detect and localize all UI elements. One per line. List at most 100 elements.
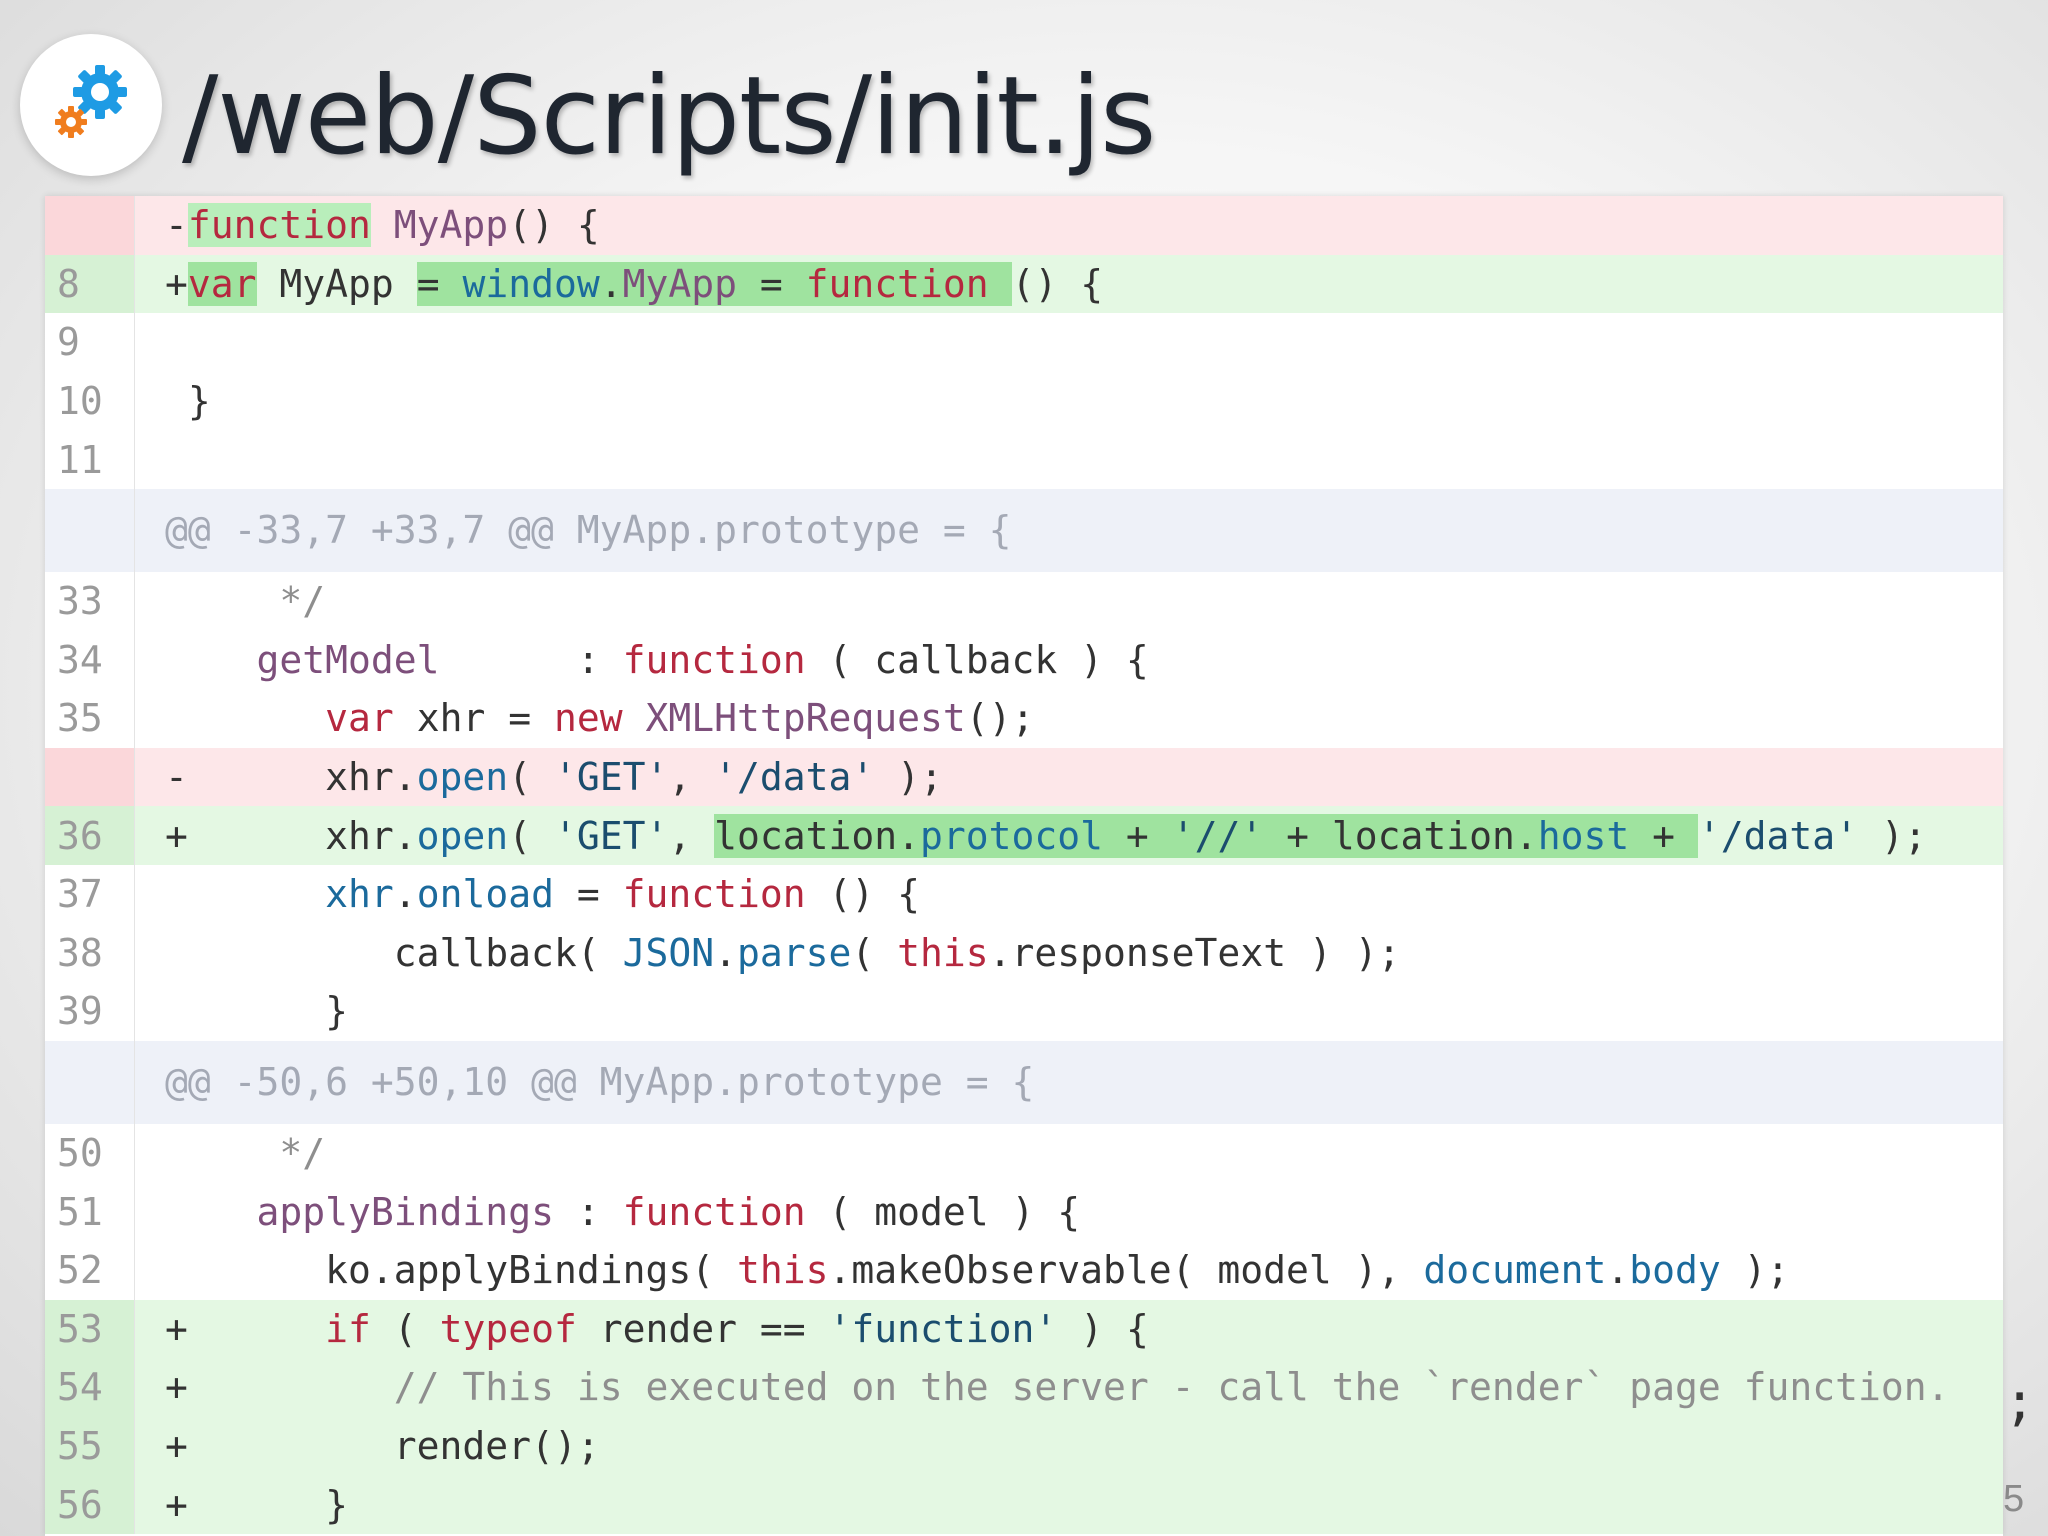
diff-sign (165, 1190, 188, 1234)
diff-line: - function MyApp() { (45, 196, 2003, 255)
code-token: . (393, 872, 417, 917)
code-token: location. (714, 813, 921, 858)
overflow-char: ; (2004, 1372, 2036, 1432)
diff-line: 51 applyBindings : function ( model ) { (45, 1182, 2003, 1241)
code-token: xhr. (187, 755, 417, 800)
code-token: . (599, 261, 623, 306)
code-text: @@ -33,7 +33,7 @@ MyApp.prototype = { (135, 489, 1011, 572)
code-text: + if ( typeof render == 'function' ) { (135, 1300, 1149, 1359)
diff-line: 36 + xhr. open( 'GET', location. protocol +… (45, 806, 2003, 865)
line-number: 56 (45, 1475, 135, 1534)
diff-line: 39 } (45, 982, 2003, 1041)
line-number: 34 (45, 630, 135, 690)
diff-sign (165, 638, 188, 682)
code-token: ( model ) { (805, 1189, 1081, 1234)
code-text (135, 430, 188, 489)
line-number (45, 747, 135, 807)
code-token: ); (874, 755, 943, 800)
code-token: function (622, 872, 806, 917)
code-text: ko.applyBindings( this .makeObservable( m… (135, 1241, 1789, 1300)
code-token: 'GET' (553, 813, 669, 858)
code-text: - function MyApp() { (135, 196, 600, 255)
code-token: () { (805, 872, 921, 917)
code-token: function (622, 637, 806, 682)
code-token: 'GET' (553, 755, 669, 800)
code-token: = (553, 872, 623, 917)
code-token: // This is executed on the server - call… (187, 1365, 1950, 1410)
diff-sign (165, 931, 188, 975)
slide-page-number: 5 (2003, 1478, 2025, 1520)
code-token: } (187, 379, 211, 424)
code-text: @@ -50,6 +50,10 @@ MyApp.prototype = { (135, 1041, 1034, 1124)
diff-line: 54 + // This is executed on the server - … (45, 1358, 2003, 1417)
diff-line: 33 */ (45, 571, 2003, 631)
code-token: + (1629, 813, 1698, 858)
diff-sign (165, 438, 188, 482)
diff-line: 37 xhr. onload = function () { (45, 864, 2003, 924)
diff-sign (165, 379, 188, 423)
diff-sign: + (165, 1482, 188, 1527)
diff-line: 9 (45, 313, 2003, 372)
diff-hunk-header: @@ -50,6 +50,10 @@ MyApp.prototype = { (45, 1040, 2003, 1124)
line-number: 38 (45, 923, 135, 983)
code-token: MyApp (622, 261, 738, 306)
line-number: 53 (45, 1299, 135, 1359)
code-token: function (805, 261, 989, 306)
code-text: callback( JSON. parse( this .responseText … (135, 924, 1401, 983)
code-token: ); (1720, 1248, 1790, 1293)
code-token: = (737, 261, 806, 306)
code-token: .makeObservable( model ), (828, 1248, 1424, 1293)
line-number: 39 (45, 982, 135, 1041)
code-text: xhr. onload = function () { (135, 865, 920, 924)
code-token: . (1606, 1248, 1630, 1293)
code-token: () { (508, 203, 600, 248)
diff-sign: + (165, 261, 188, 306)
line-number: 11 (45, 430, 135, 489)
diff-sign (165, 989, 188, 1033)
diff-sign (165, 320, 188, 364)
code-text: + xhr. open( 'GET', location. protocol + '… (135, 806, 1927, 865)
code-token: window (462, 261, 600, 306)
diff-sign (165, 1131, 188, 1175)
diff-line: 8 + var MyApp = window. MyApp = function ()… (45, 254, 2003, 314)
code-token: MyApp (256, 261, 417, 306)
code-text: } (135, 982, 348, 1041)
code-text (135, 313, 188, 372)
code-token: render == (576, 1306, 829, 1351)
code-token: xhr. (187, 813, 417, 858)
diff-line: 34 getModel : function ( callback ) { (45, 630, 2003, 690)
code-token: document (1423, 1248, 1607, 1293)
code-text: */ (135, 572, 325, 631)
code-token: ); (1858, 813, 1927, 858)
diff-sign: + (165, 1365, 188, 1410)
diff-line: - xhr. open( 'GET', '/data' ); (45, 747, 2003, 807)
diff-line: 56 + } (45, 1475, 2003, 1534)
code-token: ( (508, 755, 554, 800)
code-token: this (736, 1248, 829, 1293)
code-token: ( (508, 813, 554, 858)
diff-sign: - (165, 755, 188, 800)
code-token: JSON (622, 930, 715, 975)
code-token: (); (965, 696, 1035, 741)
code-token: onload (416, 872, 554, 917)
code-token: @@ -50,6 +50,10 @@ MyApp.prototype = { (165, 1060, 1035, 1105)
code-token: ( (851, 930, 898, 975)
diff-sign (165, 696, 188, 740)
code-token: callback( (187, 930, 623, 975)
line-number: 37 (45, 864, 135, 924)
code-token: . (714, 930, 737, 975)
code-token: this (897, 930, 989, 975)
line-number (45, 196, 135, 255)
code-token: } (187, 989, 349, 1034)
diff-line: 35 var xhr = new XMLHttpRequest (); (45, 689, 2003, 748)
code-token: function (622, 1189, 806, 1234)
code-text: + render(); (135, 1417, 600, 1476)
code-token: var (325, 696, 394, 741)
code-token: parse (736, 930, 852, 975)
diff-sign: + (165, 1423, 188, 1468)
code-token: '//' (1171, 813, 1264, 858)
